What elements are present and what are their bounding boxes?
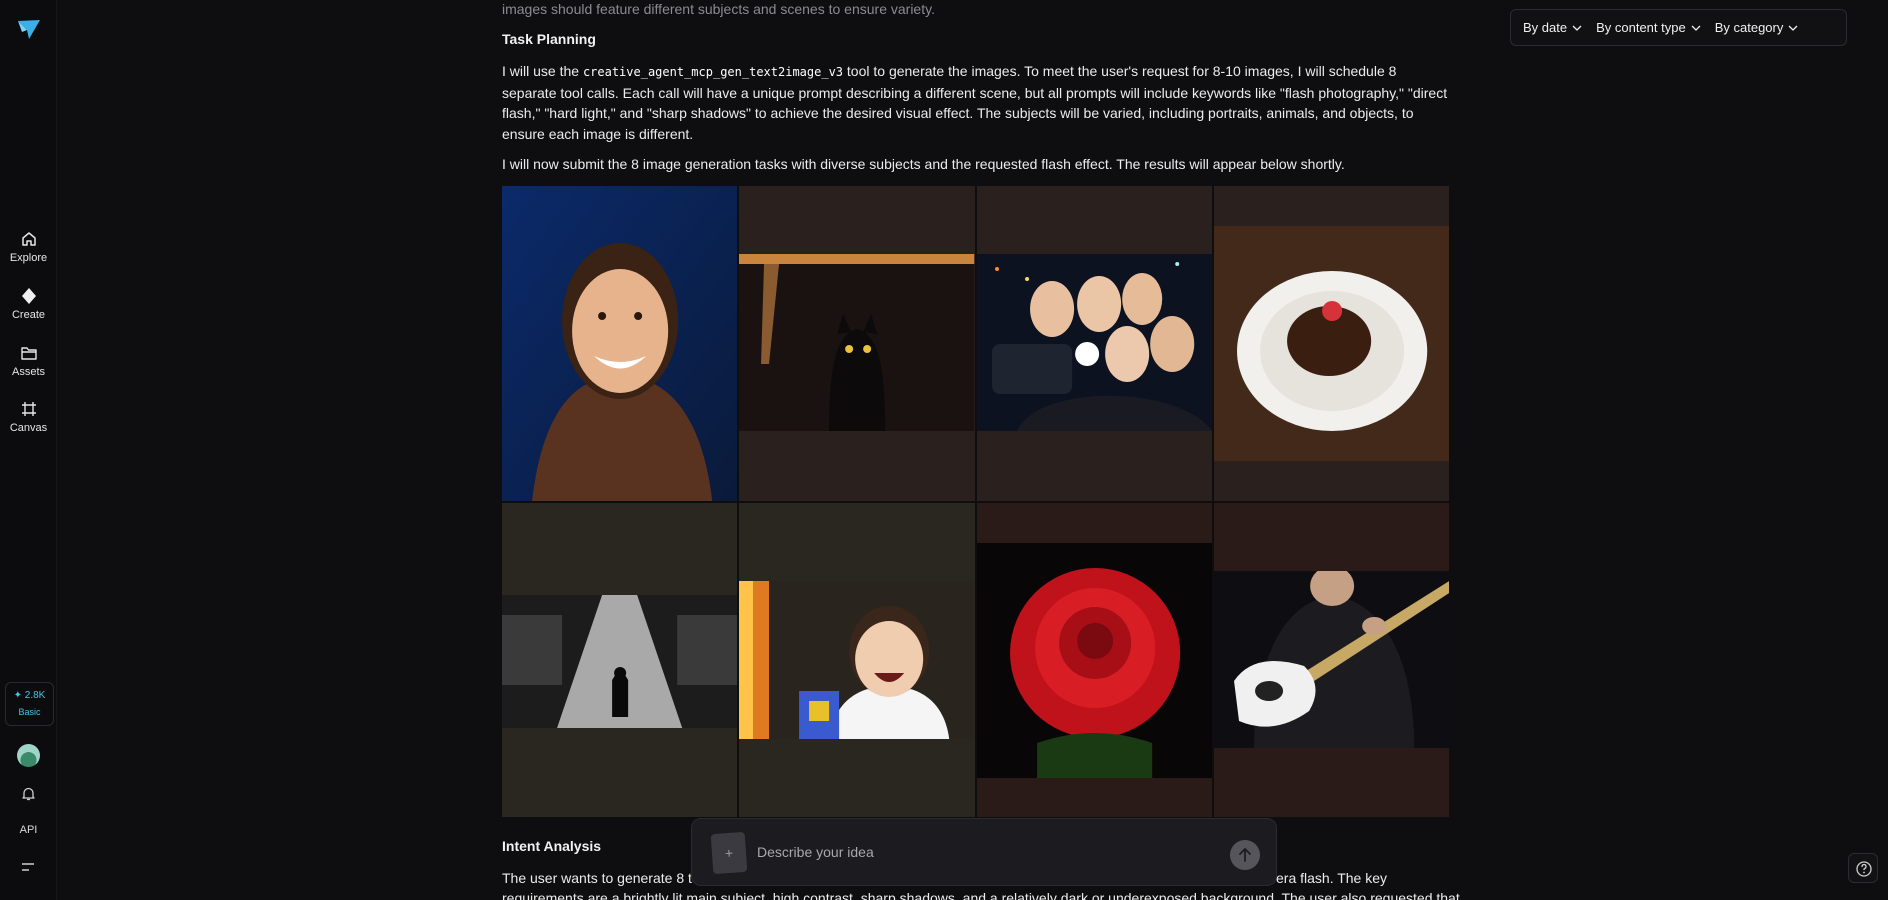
plan-tier: Basic xyxy=(18,707,41,717)
filter-label: By category xyxy=(1714,20,1784,35)
api-link[interactable]: API xyxy=(0,824,57,836)
help-icon xyxy=(1856,861,1872,877)
prompt-input[interactable] xyxy=(757,841,1197,863)
filter-by-date[interactable]: By date xyxy=(1523,20,1582,35)
image-content xyxy=(1213,226,1449,461)
help-button[interactable] xyxy=(1848,853,1878,883)
sidebar: Explore Create Assets Canvas ✦ 2.8K Basi… xyxy=(0,0,57,900)
submit-paragraph: I will now submit the 8 image generation… xyxy=(502,156,1345,172)
menu-icon[interactable] xyxy=(20,860,36,874)
filter-by-category[interactable]: By category xyxy=(1715,20,1799,35)
intent-analysis-heading: Intent Analysis xyxy=(502,838,602,854)
avatar[interactable] xyxy=(17,744,40,767)
chocolate-cake-image[interactable] xyxy=(1213,186,1449,501)
laughing-child-image[interactable] xyxy=(739,502,975,817)
image-content xyxy=(976,542,1212,778)
intent-text-right: era flash. The key xyxy=(1276,870,1388,886)
red-rose-image[interactable] xyxy=(976,502,1212,817)
image-content xyxy=(1213,570,1449,748)
intent-text-line2: requirements are a brightly lit main sub… xyxy=(502,890,1460,900)
home-icon xyxy=(21,232,36,246)
task-planning-heading: Task Planning xyxy=(502,31,596,47)
sidebar-item-label: Canvas xyxy=(9,422,48,434)
filter-label: By content type xyxy=(1596,20,1686,35)
credits-value: ✦ 2.8K xyxy=(13,690,46,701)
canvas-icon xyxy=(21,402,36,416)
chevron-down-icon xyxy=(1691,25,1701,31)
filter-by-content-type[interactable]: By content type xyxy=(1596,20,1701,35)
tool-name: creative_agent_mcp_gen_text2image_v3 xyxy=(582,65,844,79)
chevron-down-icon xyxy=(1572,25,1582,31)
filter-bar: By date By content type By category xyxy=(1510,9,1847,46)
folder-icon xyxy=(20,347,37,360)
arrow-up-icon xyxy=(1239,848,1251,862)
send-button[interactable] xyxy=(1230,840,1260,870)
silhouette-warehouse-image[interactable] xyxy=(502,502,738,817)
faded-text: images should feature different subjects… xyxy=(502,1,935,17)
chevron-down-icon xyxy=(1788,25,1798,31)
prompt-box: + xyxy=(691,818,1277,886)
diamond-icon xyxy=(21,288,36,304)
bell-icon[interactable] xyxy=(20,785,37,802)
image-grid xyxy=(502,186,1449,817)
sidebar-item-explore[interactable]: Explore xyxy=(0,230,57,264)
image-content xyxy=(502,186,738,501)
task-planning-paragraph: I will use the creative_agent_mcp_gen_te… xyxy=(502,61,1449,144)
image-content xyxy=(976,254,1212,431)
group-selfie-image[interactable] xyxy=(976,186,1212,501)
smiling-woman-image[interactable] xyxy=(502,186,738,501)
sidebar-item-label: Assets xyxy=(11,366,45,378)
app-logo-icon[interactable] xyxy=(16,18,42,42)
guitarist-image[interactable] xyxy=(1213,502,1449,817)
intent-text-left: The user wants to generate 8 to xyxy=(502,870,700,886)
black-cat-image[interactable] xyxy=(739,186,975,501)
sidebar-item-canvas[interactable]: Canvas xyxy=(0,400,57,434)
sidebar-item-label: Explore xyxy=(9,252,48,264)
sidebar-item-label: Create xyxy=(11,309,46,321)
plus-icon[interactable]: + xyxy=(710,831,748,875)
filter-label: By date xyxy=(1523,20,1568,35)
image-content xyxy=(502,594,738,728)
sidebar-item-create[interactable]: Create xyxy=(0,287,57,321)
text-run: I will use the xyxy=(502,63,583,79)
image-content xyxy=(739,580,975,739)
credits-badge[interactable]: ✦ 2.8K Basic xyxy=(5,682,54,726)
sidebar-item-assets[interactable]: Assets xyxy=(0,344,57,378)
image-content xyxy=(739,254,975,431)
